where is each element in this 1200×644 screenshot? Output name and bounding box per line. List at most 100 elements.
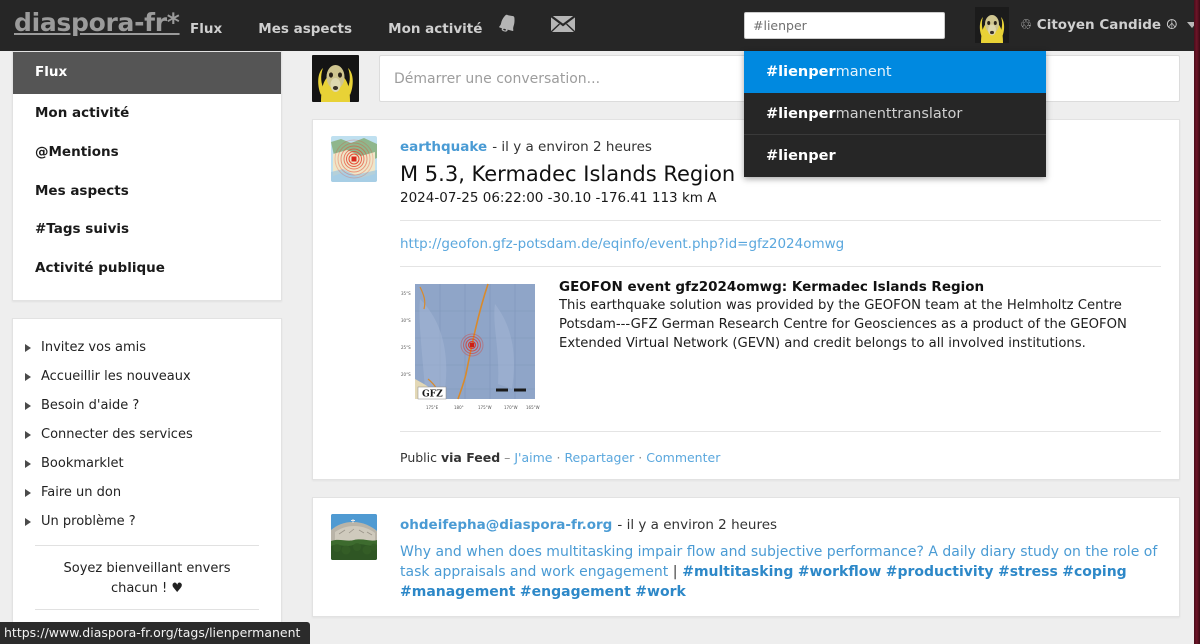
autocomplete-match-text: #lienper <box>766 106 836 122</box>
svg-text:165°W: 165°W <box>526 405 540 410</box>
reshare-button[interactable]: Repartager <box>564 450 634 465</box>
post-subtitle: 2024-07-25 06:22:00 -30.10 -176.41 113 k… <box>400 190 717 207</box>
post-url-link[interactable]: http://geofon.gfz-potsdam.de/eqinfo/even… <box>400 236 844 252</box>
triangle-right-icon <box>25 344 31 353</box>
help-item-label: Accueillir les nouveaux <box>41 369 191 385</box>
like-button[interactable]: J'aime <box>514 450 552 465</box>
post-visibility: Public <box>400 450 437 466</box>
svg-text:25°S: 25°S <box>401 345 411 350</box>
help-item-label: Bookmarklet <box>41 456 124 472</box>
pipe-separator: | <box>672 564 678 581</box>
post-header: earthquake - il y a environ 2 heures M 5… <box>331 136 1161 465</box>
page-root: diaspora-fr* Flux Mes aspects Mon activi… <box>0 0 1200 644</box>
post-via: via Feed <box>440 450 501 466</box>
help-item-faire-un-don[interactable]: Faire un don <box>13 478 281 507</box>
help-item-label: Invitez vos amis <box>41 340 146 356</box>
sidebar-item-flux[interactable]: Flux <box>13 52 281 94</box>
svg-text:175°E: 175°E <box>426 405 439 410</box>
post-author-link[interactable]: ohdeifepha@diaspora-fr.org <box>400 517 612 533</box>
top-navigation-bar: diaspora-fr* Flux Mes aspects Mon activi… <box>0 0 1197 51</box>
divider <box>400 431 1161 433</box>
help-item-connecter-des-services[interactable]: Connecter des services <box>13 420 281 449</box>
post-card: ohdeifepha@diaspora-fr.org - il y a envi… <box>312 497 1180 618</box>
search-autocomplete-dropdown: #lienpermanent #lienpermanenttranslator … <box>744 51 1046 177</box>
user-name-label[interactable]: ♲ Citoyen Candide ☮ <box>1020 17 1178 33</box>
hashtag-link[interactable]: #work <box>635 584 686 600</box>
search-container <box>744 12 945 39</box>
post-body-text: Why and when does multitasking impair fl… <box>400 542 1161 602</box>
svg-text:180°: 180° <box>454 405 464 410</box>
user-menu[interactable]: ♲ Citoyen Candide ☮ <box>975 7 1197 43</box>
post-timestamp: - il y a environ 2 heures <box>617 517 778 534</box>
hashtag-link[interactable]: #multitasking <box>682 564 793 580</box>
triangle-right-icon <box>25 518 31 527</box>
triangle-right-icon <box>25 460 31 469</box>
hashtag-link[interactable]: #workflow <box>798 564 881 580</box>
triangle-right-icon <box>25 402 31 411</box>
autocomplete-option[interactable]: #lienpermanenttranslator <box>744 93 1046 135</box>
post-footer: Public via Feed – J'aime · Repartager · … <box>400 450 1161 465</box>
sidebar-item-activite-publique[interactable]: Activité publique <box>13 249 281 288</box>
divider <box>35 609 259 611</box>
svg-text:20°S: 20°S <box>401 372 411 377</box>
post-avatar[interactable] <box>331 514 377 561</box>
svg-text:GFZ: GFZ <box>422 390 443 400</box>
primary-nav-links: Flux Mes aspects Mon activité <box>190 18 513 37</box>
help-item-label: Un problème ? <box>41 514 136 530</box>
autocomplete-option[interactable]: #lienpermanent <box>744 51 1046 93</box>
help-item-un-probleme[interactable]: Un problème ? <box>13 507 281 536</box>
footer-separator: · <box>556 450 561 466</box>
hashtag-link[interactable]: #management <box>400 584 515 600</box>
sidebar-item-tags-suivis[interactable]: #Tags suivis <box>13 210 281 249</box>
nav-link-flux[interactable]: Flux <box>190 21 222 37</box>
help-item-besoin-daide[interactable]: Besoin d'aide ? <box>13 391 281 420</box>
hashtag-link[interactable]: #coping <box>1062 564 1126 580</box>
post-avatar[interactable] <box>331 136 377 182</box>
search-input[interactable] <box>744 12 945 39</box>
hashtag-link[interactable]: #engagement <box>520 584 631 600</box>
divider <box>400 266 1161 268</box>
status-bar-url: https://www.diaspora-fr.org/tags/lienper… <box>0 622 311 644</box>
svg-text:35°S: 35°S <box>401 291 411 296</box>
svg-text:170°W: 170°W <box>504 405 518 410</box>
link-preview-text: GEOFON event gfz2024omwg: Kermadec Islan… <box>559 279 1161 353</box>
nav-link-mon-activite[interactable]: Mon activité <box>388 21 482 37</box>
nav-link-mes-aspects[interactable]: Mes aspects <box>258 21 352 37</box>
post-timestamp: - il y a environ 2 heures <box>492 139 652 155</box>
post-author-link[interactable]: earthquake <box>400 139 487 155</box>
triangle-right-icon <box>25 431 31 440</box>
link-preview-title: GEOFON event gfz2024omwg: Kermadec Islan… <box>559 279 985 296</box>
help-item-label: Besoin d'aide ? <box>41 398 140 414</box>
left-sidebar: Flux Mon activité @Mentions Mes aspects … <box>12 51 282 631</box>
comment-button[interactable]: Commenter <box>646 450 720 465</box>
footer-separator: · <box>638 450 643 466</box>
post-header: ohdeifepha@diaspora-fr.org - il y a envi… <box>331 514 1161 602</box>
sidebar-item-mentions[interactable]: @Mentions <box>13 133 281 172</box>
composer-placeholder: Démarrer une conversation... <box>394 70 601 87</box>
browser-window-edge <box>1194 0 1200 644</box>
autocomplete-match-text: #lienper <box>766 148 836 164</box>
hashtag-link[interactable]: #stress <box>998 564 1058 580</box>
link-preview-description: This earthquake solution was provided by… <box>559 298 1127 351</box>
brand-logo[interactable]: diaspora-fr* <box>14 8 180 37</box>
help-item-accueillir-les-nouveaux[interactable]: Accueillir les nouveaux <box>13 362 281 391</box>
hashtag-link[interactable]: #productivity <box>886 564 994 580</box>
sidebar-item-mon-activite[interactable]: Mon activité <box>13 94 281 133</box>
nav-icon-group <box>496 12 601 40</box>
post-content: ohdeifepha@diaspora-fr.org - il y a envi… <box>400 514 1161 602</box>
autocomplete-option[interactable]: #lienper <box>744 135 1046 177</box>
autocomplete-match-text: #lienper <box>766 64 836 80</box>
composer-avatar <box>312 55 359 102</box>
sidebar-nav-card: Flux Mon activité @Mentions Mes aspects … <box>12 51 282 302</box>
link-preview[interactable]: GFZ 35°S 30°S 25°S 20°S 175°E 180° 175°W 170… <box>400 279 1161 418</box>
kindness-message: Soyez bienveillant envers chacun ! ♥ <box>63 561 231 596</box>
help-item-bookmarklet[interactable]: Bookmarklet <box>13 449 281 478</box>
triangle-right-icon <box>25 373 31 382</box>
svg-text:30°S: 30°S <box>401 318 411 323</box>
envelope-icon[interactable] <box>550 14 576 38</box>
sidebar-item-mes-aspects[interactable]: Mes aspects <box>13 172 281 211</box>
help-item-invitez-vos-amis[interactable]: Invitez vos amis <box>13 333 281 362</box>
bell-icon[interactable] <box>496 12 520 40</box>
footer-dash: – <box>504 450 511 466</box>
sidebar-help-card: Invitez vos amis Accueillir les nouveaux… <box>12 318 282 631</box>
